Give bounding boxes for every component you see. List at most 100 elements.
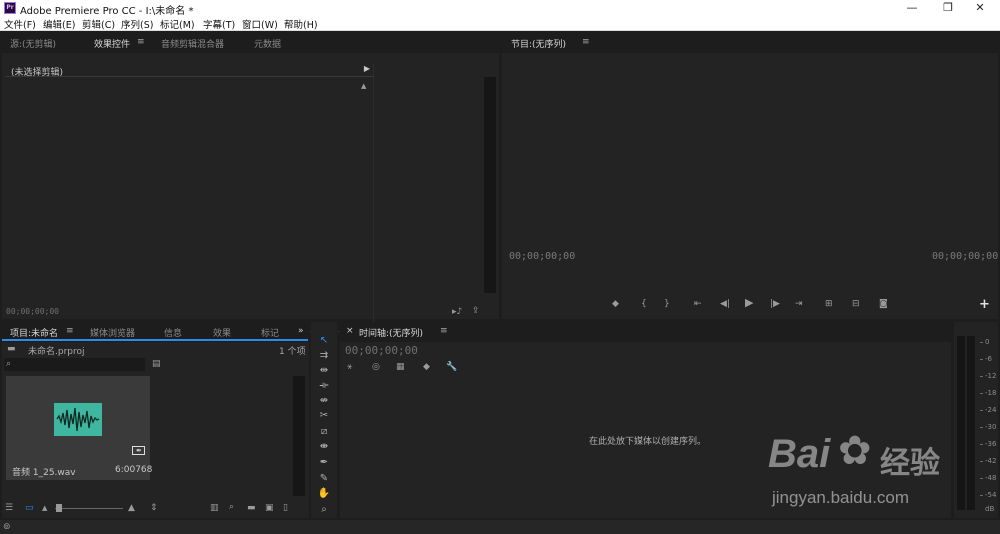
premiere-app-icon: Pr	[4, 2, 16, 14]
tab-audio-clip-mixer[interactable]: 音频剪辑混合器	[161, 37, 224, 50]
add-marker-icon[interactable]: ◆	[612, 299, 619, 309]
search-icon: ⌕	[6, 359, 12, 369]
trash-icon[interactable]: ▯	[283, 503, 288, 513]
meter-label: -24	[985, 406, 997, 414]
project-search-input[interactable]: ⌕	[4, 358, 145, 371]
hand-tool-icon[interactable]: ✋	[317, 487, 331, 500]
menu-sequence[interactable]: 序列(S)	[121, 17, 153, 31]
watermark-brand2: 经验	[880, 446, 940, 481]
add-button[interactable]: +	[979, 297, 990, 312]
minimize-button[interactable]: —	[897, 0, 927, 16]
tab-effects[interactable]: 效果	[213, 326, 231, 339]
clip-name: 音频 1_25.wav	[12, 468, 76, 478]
icon-view-icon[interactable]: ▭	[25, 503, 34, 513]
tab-source[interactable]: 源:(无剪辑)	[10, 37, 56, 50]
tab-info[interactable]: 信息	[164, 326, 182, 339]
timeline-menu-icon[interactable]: ≡	[440, 326, 448, 336]
effect-controls-scrollbar[interactable]	[484, 77, 496, 293]
scroll-up-icon[interactable]: ▲	[361, 81, 366, 91]
sort-icon[interactable]: ⇕	[150, 503, 158, 513]
marker-icon[interactable]: ◆	[423, 362, 430, 372]
tab-project[interactable]: 项目:未命名	[10, 326, 58, 339]
rate-stretch-tool-icon[interactable]: ⇎	[317, 394, 331, 407]
zoom-slider-handle[interactable]	[56, 504, 62, 512]
slide-tool-icon[interactable]: ⇼	[317, 440, 331, 453]
pen-path-tool-icon[interactable]: ✎	[317, 472, 331, 485]
project-scrollbar[interactable]	[293, 376, 305, 496]
program-tabbar: 节目:(无序列) ≡	[502, 33, 998, 53]
tab-markers[interactable]: 标记	[261, 326, 279, 339]
tab-overflow-icon[interactable]: »	[298, 326, 304, 336]
step-forward-icon[interactable]: |▶	[770, 299, 780, 309]
timeline-close-icon[interactable]: ×	[346, 326, 354, 336]
go-to-in-icon[interactable]: ⇤	[694, 299, 702, 309]
lift-icon[interactable]: ⊞	[825, 299, 833, 309]
meter-label: 0	[985, 338, 990, 346]
menu-file[interactable]: 文件(F)	[4, 17, 36, 31]
add-marker-timeline-icon[interactable]: ▦	[396, 362, 405, 372]
menu-window[interactable]: 窗口(W)	[242, 17, 278, 31]
list-view-icon[interactable]: ☰	[5, 503, 13, 513]
effect-controls-panel: 源:(无剪辑) 效果控件 ≡ 音频剪辑混合器 元数据 (未选择剪辑) ▶ ▲ 0…	[2, 33, 499, 332]
new-bin-icon[interactable]: ▬	[247, 503, 256, 513]
effect-controls-area	[4, 64, 374, 332]
zoom-slider[interactable]	[55, 508, 123, 509]
extract-icon[interactable]: ⊟	[852, 299, 860, 309]
export-icon[interactable]: ⇪	[472, 306, 480, 316]
project-item-count: 1 个项	[279, 347, 306, 357]
program-title[interactable]: 节目:(无序列)	[511, 37, 566, 50]
no-clip-row: (未选择剪辑) ▶	[5, 64, 373, 78]
timeline-title[interactable]: 时间轴:(无序列)	[359, 326, 423, 339]
tab-metadata[interactable]: 元数据	[254, 37, 281, 50]
menu-help[interactable]: 帮助(H)	[284, 17, 318, 31]
snap-icon[interactable]: ⚹	[347, 362, 352, 372]
pen-tool-icon[interactable]: ✒	[317, 456, 331, 469]
status-icon: ⊚	[3, 522, 11, 532]
export-frame-camera-icon[interactable]: ◙	[879, 299, 888, 309]
project-active-indicator	[2, 339, 308, 341]
program-timecode-left: 00;00;00;00	[509, 251, 576, 262]
tab-media-browser[interactable]: 媒体浏览器	[90, 326, 135, 339]
zoom-tool-icon[interactable]: ⌕	[317, 503, 331, 516]
razor-tool-icon[interactable]: ✂	[317, 409, 331, 422]
expand-arrow-icon[interactable]: ▶	[364, 64, 370, 73]
menu-bar: 文件(F) 编辑(E) 剪辑(C) 序列(S) 标记(M) 字幕(T) 窗口(W…	[0, 16, 1000, 31]
new-search-bin-icon[interactable]: ▤	[152, 359, 161, 369]
program-menu-icon[interactable]: ≡	[582, 37, 590, 47]
export-frame-icon[interactable]: ▸♪	[452, 307, 462, 317]
tab-effect-controls[interactable]: 效果控件	[94, 37, 130, 50]
status-bar: ⊚	[0, 520, 1000, 534]
rolling-edit-tool-icon[interactable]: ⟛	[317, 379, 331, 392]
tab-menu-icon[interactable]: ≡	[137, 37, 145, 47]
menu-edit[interactable]: 编辑(E)	[43, 17, 75, 31]
selection-tool-icon[interactable]: ↖	[317, 334, 331, 347]
project-tab-menu-icon[interactable]: ≡	[66, 326, 74, 336]
linked-selection-icon[interactable]: ◎	[372, 362, 380, 372]
timeline-timecode: 00;00;00;00	[345, 344, 418, 357]
wrench-icon[interactable]: 🔧	[446, 362, 457, 372]
find-icon[interactable]: ⌕	[229, 502, 234, 512]
ripple-edit-tool-icon[interactable]: ⇹	[317, 364, 331, 377]
step-back-icon[interactable]: ◀|	[720, 299, 730, 309]
maximize-button[interactable]: ❐	[933, 0, 963, 16]
close-window-button[interactable]: ✕	[965, 0, 995, 16]
meter-tick	[980, 359, 983, 360]
menu-marker[interactable]: 标记(M)	[160, 17, 195, 31]
track-select-tool-icon[interactable]: ⇉	[317, 349, 331, 362]
folder-icon: ▬	[7, 344, 16, 354]
automate-to-sequence-icon[interactable]: ▥	[210, 503, 219, 513]
new-item-icon[interactable]: ▣	[265, 503, 274, 513]
zoom-in-icon[interactable]: ▲	[128, 503, 135, 513]
project-file-name: 未命名.prproj	[28, 347, 85, 357]
menu-clip[interactable]: 剪辑(C)	[82, 17, 115, 31]
zoom-out-icon[interactable]: ▲	[42, 503, 47, 513]
slip-tool-icon[interactable]: ⧄	[317, 425, 331, 438]
mark-out-icon[interactable]: }	[664, 299, 670, 309]
mark-in-icon[interactable]: {	[641, 299, 647, 309]
play-icon[interactable]: ▶	[745, 297, 753, 308]
menu-title[interactable]: 字幕(T)	[203, 17, 235, 31]
waveform-graphic	[56, 407, 100, 432]
meter-label: -12	[985, 372, 997, 380]
go-to-out-icon[interactable]: ⇥	[795, 299, 803, 309]
timeline-drop-hint: 在此处放下媒体以创建序列。	[589, 437, 707, 447]
